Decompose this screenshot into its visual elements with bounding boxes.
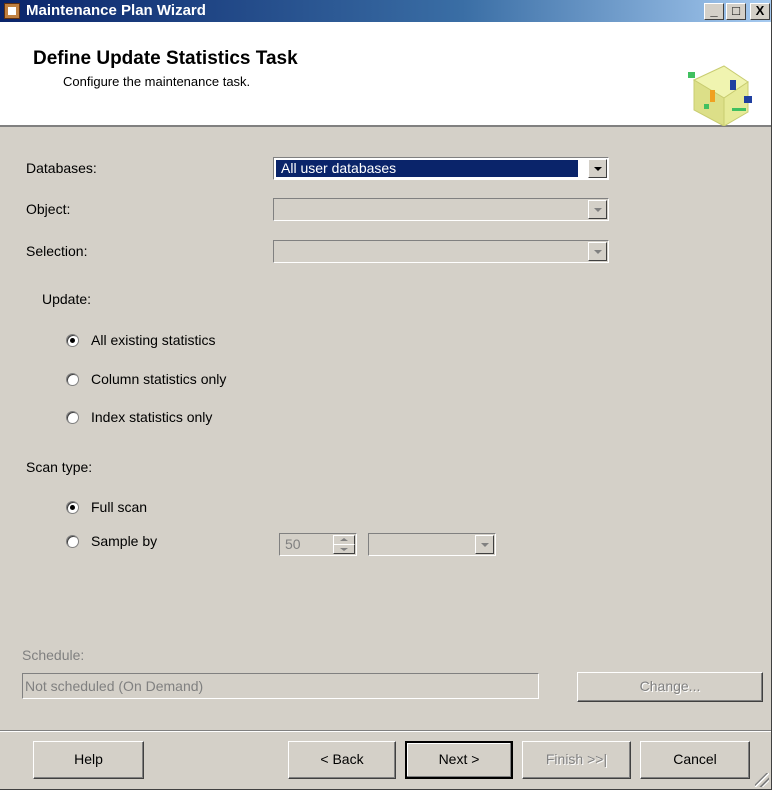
databases-combo[interactable]: All user databases xyxy=(273,157,609,180)
radio-sample-by[interactable] xyxy=(66,535,79,548)
resize-grip-icon[interactable] xyxy=(755,773,769,787)
cancel-button[interactable]: Cancel xyxy=(640,741,750,779)
object-combo xyxy=(273,198,609,221)
sample-value-spinner: 50 xyxy=(279,533,357,556)
option-sample-by: Sample by xyxy=(91,533,158,549)
wizard-window: Maintenance Plan Wizard _ □ X Define Upd… xyxy=(0,0,772,790)
scan-type-label: Scan type: xyxy=(26,459,93,475)
chevron-down-icon xyxy=(588,242,607,261)
minimize-button[interactable]: _ xyxy=(704,3,724,20)
option-column-statistics-only: Column statistics only xyxy=(91,371,227,387)
wizard-header: Define Update Statistics Task Configure … xyxy=(0,22,771,127)
chevron-down-icon xyxy=(475,535,494,554)
page-title: Define Update Statistics Task xyxy=(33,48,298,69)
app-icon xyxy=(4,3,20,19)
help-button[interactable]: Help xyxy=(33,741,144,779)
chevron-down-icon[interactable] xyxy=(588,159,607,178)
sample-unit-combo xyxy=(368,533,496,556)
close-button[interactable]: X xyxy=(750,3,770,20)
wizard-graphic-icon xyxy=(688,65,752,126)
object-label: Object: xyxy=(26,201,71,217)
next-button[interactable]: Next > xyxy=(405,741,513,779)
schedule-field: Not scheduled (On Demand) xyxy=(22,673,539,699)
radio-full-scan[interactable] xyxy=(66,501,79,514)
databases-value: All user databases xyxy=(276,160,578,177)
chevron-down-icon xyxy=(588,200,607,219)
schedule-label: Schedule: xyxy=(22,647,85,663)
page-subtitle: Configure the maintenance task. xyxy=(63,74,251,89)
option-full-scan: Full scan xyxy=(91,499,148,515)
title-bar: Maintenance Plan Wizard _ □ X xyxy=(0,0,771,22)
back-button[interactable]: < Back xyxy=(288,741,396,779)
finish-button: Finish >>| xyxy=(522,741,631,779)
update-label: Update: xyxy=(42,291,92,307)
maximize-button[interactable]: □ xyxy=(726,3,746,20)
option-all-existing-statistics: All existing statistics xyxy=(91,332,216,348)
selection-label: Selection: xyxy=(26,243,88,259)
option-index-statistics-only: Index statistics only xyxy=(91,409,213,425)
databases-label: Databases: xyxy=(26,160,97,176)
radio-column-statistics-only[interactable] xyxy=(66,373,79,386)
window-title: Maintenance Plan Wizard xyxy=(26,2,206,19)
radio-index-statistics-only[interactable] xyxy=(66,411,79,424)
spin-down-icon xyxy=(333,544,355,554)
separator xyxy=(0,730,771,732)
selection-combo xyxy=(273,240,609,263)
sample-value: 50 xyxy=(285,536,301,552)
change-schedule-button: Change... xyxy=(577,672,763,702)
radio-all-existing-statistics[interactable] xyxy=(66,334,79,347)
